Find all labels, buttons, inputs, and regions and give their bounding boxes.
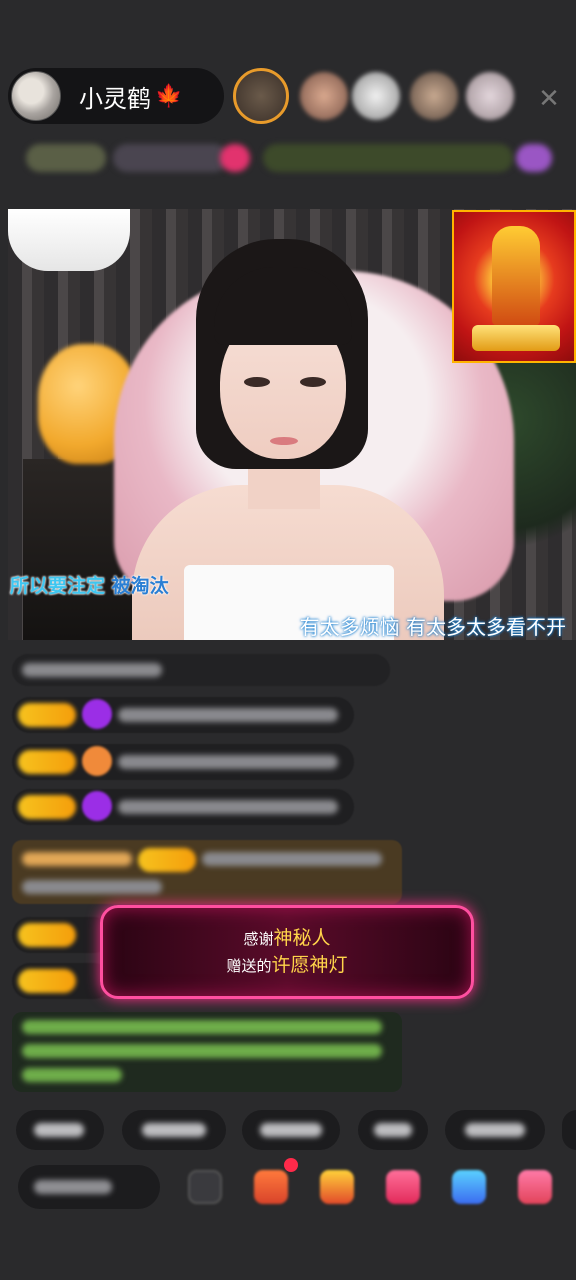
- quick-reply-chip[interactable]: [242, 1110, 340, 1150]
- host-info-pill[interactable]: 小灵鹤 🍁: [8, 68, 224, 124]
- viewer-avatar[interactable]: [466, 72, 514, 120]
- level-badge: [18, 969, 76, 993]
- blurred-text: [142, 1123, 206, 1137]
- chat-message-system: [12, 1012, 402, 1092]
- chat-notice: [12, 654, 390, 686]
- rank-badge[interactable]: [516, 144, 552, 172]
- level-badge: [18, 795, 76, 819]
- toast-sent-text: 赠送的: [226, 957, 272, 975]
- toast-sender-name: 神秘人: [273, 927, 331, 949]
- blurred-text: [118, 755, 338, 769]
- chat-message[interactable]: [12, 744, 354, 780]
- top-viewer-avatar[interactable]: [233, 68, 289, 124]
- treasure-base: [472, 325, 560, 351]
- share-icon[interactable]: [518, 1170, 552, 1204]
- blurred-text: [34, 1180, 112, 1194]
- notification-dot: [284, 1158, 298, 1172]
- blurred-text: [118, 708, 338, 722]
- quick-reply-chip[interactable]: [122, 1110, 226, 1150]
- blurred-text: [34, 1123, 84, 1137]
- lips: [270, 437, 298, 445]
- lyric-line-right: 有太多烦恼 有太多太多看不开: [299, 615, 566, 639]
- blurred-text: [202, 852, 382, 866]
- lamp: [8, 209, 130, 271]
- blurred-text: [465, 1123, 525, 1137]
- game-icon[interactable]: [452, 1170, 486, 1204]
- rank-badge[interactable]: [26, 144, 106, 172]
- blurred-text: [374, 1123, 412, 1137]
- level-badge: [18, 750, 76, 774]
- chat-message[interactable]: [12, 963, 112, 999]
- host-avatar[interactable]: [11, 71, 61, 121]
- maple-leaf-icon: 🍁: [155, 83, 183, 109]
- interact-icon[interactable]: [386, 1170, 420, 1204]
- chat-message-highlighted[interactable]: [12, 840, 402, 904]
- rank-badge[interactable]: [220, 144, 250, 172]
- eye: [244, 377, 270, 387]
- chat-message[interactable]: [12, 789, 354, 825]
- host-name: 小灵鹤: [79, 84, 151, 113]
- quick-reply-chip[interactable]: [16, 1110, 104, 1150]
- gem-icon: [82, 699, 112, 729]
- more-icon[interactable]: [188, 1170, 222, 1204]
- lyric-text-highlight: 被淘汰: [111, 575, 169, 597]
- blurred-text: [22, 1068, 122, 1082]
- quick-reply-chip[interactable]: [445, 1110, 545, 1150]
- blurred-text: [22, 880, 162, 894]
- level-badge: [18, 703, 76, 727]
- god-figure: [492, 226, 540, 326]
- blurred-text: [22, 1044, 382, 1058]
- blurred-text: [22, 663, 162, 677]
- god-of-wealth-sticker[interactable]: [452, 210, 576, 363]
- viewer-avatar[interactable]: [410, 72, 458, 120]
- gem-icon: [82, 791, 112, 821]
- gift-toast-line-2: 赠送的许愿神灯: [226, 952, 347, 979]
- blurred-text: [22, 852, 132, 866]
- rank-badges-row[interactable]: [18, 140, 563, 176]
- blurred-text: [118, 800, 338, 814]
- chat-message[interactable]: [12, 697, 354, 733]
- chat-message[interactable]: [12, 917, 112, 953]
- toast-gift-name: 许愿神灯: [271, 954, 348, 976]
- gift-box-icon[interactable]: [254, 1170, 288, 1204]
- blurred-text: [22, 1020, 382, 1034]
- viewer-avatar[interactable]: [300, 72, 348, 120]
- rank-badge[interactable]: [263, 144, 513, 172]
- close-icon[interactable]: ✕: [534, 84, 564, 114]
- toast-thanks-text: 感谢: [243, 930, 274, 948]
- eye: [300, 377, 326, 387]
- rank-badge[interactable]: [113, 144, 228, 172]
- chat-input[interactable]: [18, 1165, 160, 1209]
- fans-club-icon[interactable]: [320, 1170, 354, 1204]
- gift-icon: [82, 746, 112, 776]
- lyric-text: 所以要注定: [10, 575, 112, 597]
- quick-reply-chip[interactable]: [358, 1110, 428, 1150]
- level-badge: [138, 848, 196, 872]
- quick-reply-chip[interactable]: [562, 1110, 576, 1150]
- viewer-avatar[interactable]: [352, 72, 400, 120]
- gift-toast-line-1: 感谢神秘人: [243, 925, 330, 952]
- lyric-line-left: 所以要注定 被淘汰: [10, 571, 169, 598]
- level-badge: [18, 923, 76, 947]
- blurred-text: [260, 1123, 322, 1137]
- gift-notification: 感谢神秘人 赠送的许愿神灯: [100, 905, 474, 999]
